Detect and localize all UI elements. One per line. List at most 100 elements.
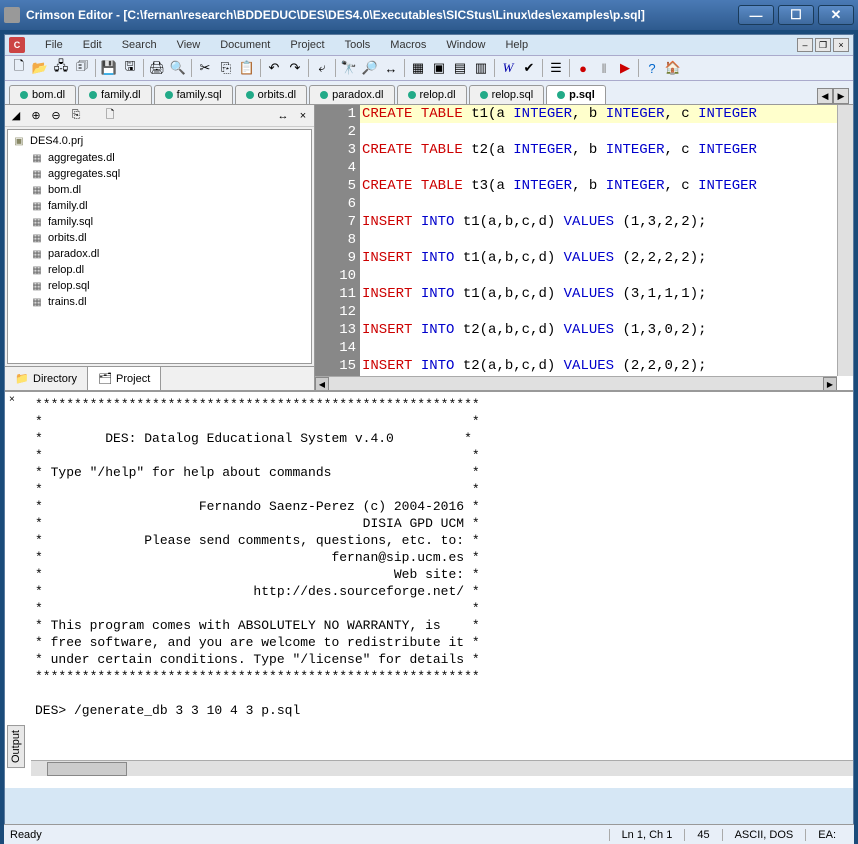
tree-file-item[interactable]: aggregates.dl — [10, 150, 309, 166]
output-hscrollbar[interactable] — [31, 760, 853, 776]
editor-vscrollbar[interactable] — [837, 105, 853, 376]
maximize-button[interactable]: ☐ — [778, 5, 814, 25]
code-line[interactable]: CREATE TABLE t3(a INTEGER, b INTEGER, c … — [360, 177, 853, 195]
code-line[interactable]: INSERT INTO t1(a,b,c,d) VALUES (2,2,2,2)… — [360, 249, 853, 267]
mdi-minimize-button[interactable]: – — [797, 38, 813, 52]
new-project-icon[interactable]: 🗋 — [101, 107, 119, 125]
save-all-icon[interactable]: 🖫 — [120, 58, 140, 78]
sidebar-tab-project[interactable]: 🗂 Project — [88, 367, 161, 390]
menu-file[interactable]: File — [35, 36, 73, 54]
tree-file-item[interactable]: family.sql — [10, 214, 309, 230]
tab-file[interactable]: paradox.dl — [309, 85, 394, 104]
open-remote-icon[interactable]: 🖧 — [51, 58, 71, 78]
sidebar-expand-icon[interactable]: ↔ — [274, 107, 292, 125]
code-area[interactable]: CREATE TABLE t1(a INTEGER, b INTEGER, c … — [360, 105, 853, 390]
sidebar-close-icon[interactable]: × — [294, 107, 312, 125]
code-line[interactable] — [360, 195, 853, 213]
cut-icon[interactable]: ✂ — [195, 58, 215, 78]
paste-icon[interactable]: 📋 — [237, 58, 257, 78]
print-icon[interactable]: 🖨 — [147, 58, 167, 78]
menu-search[interactable]: Search — [112, 36, 167, 54]
play-icon[interactable]: ▶ — [615, 58, 635, 78]
sidebar-tab-directory[interactable]: 📁 Directory — [5, 367, 88, 390]
output-tab-label[interactable]: Output — [7, 725, 25, 768]
output-text[interactable]: ****************************************… — [5, 392, 853, 760]
open-file-icon[interactable]: 📂 — [30, 58, 50, 78]
code-editor[interactable]: 123456789101112131415 CREATE TABLE t1(a … — [315, 105, 853, 390]
help-icon[interactable]: ? — [642, 58, 662, 78]
macro-icon[interactable]: ▤ — [450, 58, 470, 78]
code-line[interactable] — [360, 231, 853, 249]
code-line[interactable]: INSERT INTO t1(a,b,c,d) VALUES (3,1,1,1)… — [360, 285, 853, 303]
code-line[interactable]: CREATE TABLE t2(a INTEGER, b INTEGER, c … — [360, 141, 853, 159]
project-tree[interactable]: DES4.0.prj aggregates.dlaggregates.sqlbo… — [7, 129, 312, 364]
menu-edit[interactable]: Edit — [73, 36, 112, 54]
mdi-restore-button[interactable]: ❐ — [815, 38, 831, 52]
code-line[interactable] — [360, 339, 853, 357]
code-line[interactable]: INSERT INTO t2(a,b,c,d) VALUES (1,3,0,2)… — [360, 321, 853, 339]
copy-project-icon[interactable]: ⎘ — [67, 107, 85, 125]
menu-macros[interactable]: Macros — [380, 36, 436, 54]
wordwrap-icon[interactable]: ⤶ — [312, 58, 332, 78]
tab-file[interactable]: relop.sql — [469, 85, 545, 104]
menu-view[interactable]: View — [167, 36, 211, 54]
tab-file[interactable]: family.dl — [78, 85, 152, 104]
tab-file[interactable]: relop.dl — [397, 85, 467, 104]
copy-icon[interactable]: ⎘ — [216, 58, 236, 78]
tree-file-item[interactable]: aggregates.sql — [10, 166, 309, 182]
hscroll-left-icon[interactable]: ◀ — [315, 377, 329, 390]
find-icon[interactable]: 🔭 — [339, 58, 359, 78]
output-icon[interactable]: ▥ — [471, 58, 491, 78]
output-close-icon[interactable]: × — [9, 394, 23, 408]
record-icon[interactable]: ● — [573, 58, 593, 78]
tree-file-item[interactable]: relop.sql — [10, 278, 309, 294]
indent-icon[interactable]: ☰ — [546, 58, 566, 78]
tab-file[interactable]: p.sql — [546, 85, 606, 104]
hscroll-right-icon[interactable]: ▶ — [823, 377, 837, 390]
replace-icon[interactable]: ↔ — [381, 58, 401, 78]
save-icon[interactable]: 💾 — [99, 58, 119, 78]
menu-project[interactable]: Project — [280, 36, 334, 54]
code-line[interactable]: INSERT INTO t1(a,b,c,d) VALUES (1,3,2,2)… — [360, 213, 853, 231]
tree-file-item[interactable]: bom.dl — [10, 182, 309, 198]
project-icon[interactable]: ▣ — [429, 58, 449, 78]
menu-window[interactable]: Window — [436, 36, 495, 54]
home-icon[interactable]: 🏠 — [663, 58, 683, 78]
tree-file-item[interactable]: paradox.dl — [10, 246, 309, 262]
new-file-icon[interactable]: 🗋 — [9, 58, 29, 78]
redo-icon[interactable]: ↷ — [285, 58, 305, 78]
tree-file-item[interactable]: trains.dl — [10, 294, 309, 310]
pause-icon[interactable]: ‖ — [594, 58, 614, 78]
menu-document[interactable]: Document — [210, 36, 280, 54]
add-file-icon[interactable]: ⊕ — [27, 107, 45, 125]
code-line[interactable] — [360, 123, 853, 141]
tree-file-item[interactable]: family.dl — [10, 198, 309, 214]
code-line[interactable] — [360, 267, 853, 285]
output-scroll-thumb[interactable] — [47, 762, 127, 776]
code-line[interactable] — [360, 159, 853, 177]
project-root[interactable]: DES4.0.prj — [10, 132, 309, 150]
pin-icon[interactable]: ◢ — [7, 107, 25, 125]
preview-icon[interactable]: 🔍 — [168, 58, 188, 78]
code-line[interactable]: INSERT INTO t2(a,b,c,d) VALUES (2,2,0,2)… — [360, 357, 853, 375]
tree-file-item[interactable]: relop.dl — [10, 262, 309, 278]
menu-tools[interactable]: Tools — [335, 36, 381, 54]
tab-file[interactable]: family.sql — [154, 85, 233, 104]
tree-file-item[interactable]: orbits.dl — [10, 230, 309, 246]
tab-file[interactable]: orbits.dl — [235, 85, 308, 104]
minimize-button[interactable]: — — [738, 5, 774, 25]
web-icon[interactable]: W — [498, 58, 518, 78]
mdi-close-button[interactable]: × — [833, 38, 849, 52]
directory-icon[interactable]: ▦ — [408, 58, 428, 78]
undo-icon[interactable]: ↶ — [264, 58, 284, 78]
tab-scroll-right-icon[interactable]: ▶ — [833, 88, 849, 104]
remove-file-icon[interactable]: ⊖ — [47, 107, 65, 125]
spellcheck-icon[interactable]: ✔ — [519, 58, 539, 78]
code-line[interactable] — [360, 303, 853, 321]
code-line[interactable]: CREATE TABLE t1(a INTEGER, b INTEGER, c … — [360, 105, 853, 123]
open-template-icon[interactable]: 🗊 — [72, 58, 92, 78]
menu-help[interactable]: Help — [495, 36, 538, 54]
close-button[interactable]: ✕ — [818, 5, 854, 25]
tab-file[interactable]: bom.dl — [9, 85, 76, 104]
find-files-icon[interactable]: 🔎 — [360, 58, 380, 78]
